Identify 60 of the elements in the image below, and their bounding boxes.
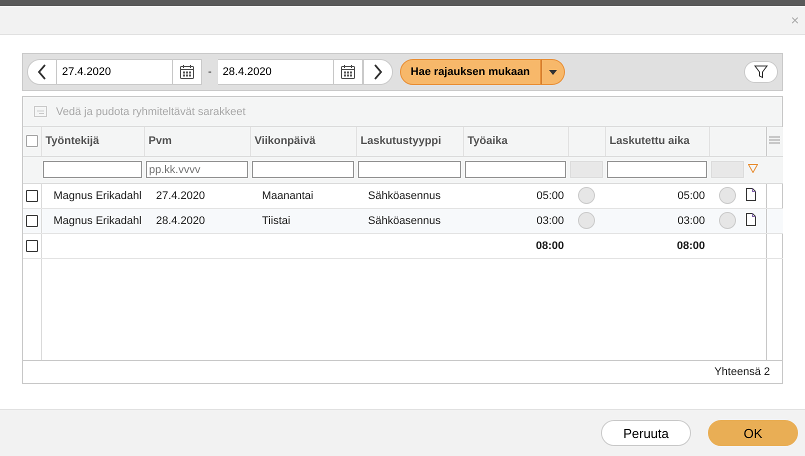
funnel-icon bbox=[754, 65, 768, 79]
table-cell: 05:00 bbox=[677, 190, 705, 202]
table-cell: Sähköasennus bbox=[368, 214, 441, 226]
filter-field bbox=[570, 161, 603, 178]
status-circle-icon bbox=[719, 187, 736, 204]
calendar-icon bbox=[179, 64, 195, 80]
table-cell: Magnus Erikadahl bbox=[54, 214, 142, 226]
table-cell: 03:00 bbox=[536, 214, 564, 226]
select-all-checkbox[interactable] bbox=[26, 135, 38, 148]
table-cell: 05:00 bbox=[536, 190, 564, 202]
table-cell: 28.4.2020 bbox=[156, 214, 205, 226]
filter-field[interactable] bbox=[358, 161, 461, 178]
end-date-field[interactable]: 28.4.2020 bbox=[218, 59, 333, 85]
status-circle-icon bbox=[578, 212, 595, 229]
table-cell: 27.4.2020 bbox=[156, 190, 205, 202]
chevron-right-icon bbox=[372, 64, 383, 80]
status-circle-icon bbox=[719, 212, 736, 229]
filter-field[interactable] bbox=[252, 161, 354, 178]
menu-icon[interactable] bbox=[769, 136, 780, 144]
chevron-left-icon bbox=[37, 64, 47, 80]
document-icon[interactable] bbox=[746, 188, 756, 200]
calendar-button[interactable] bbox=[172, 59, 202, 85]
next-button[interactable] bbox=[362, 59, 393, 85]
column-header[interactable]: Viikonpäivä bbox=[254, 135, 316, 148]
row-checkbox[interactable] bbox=[26, 190, 38, 202]
filter-field[interactable]: pp.kk.vvvv bbox=[146, 161, 248, 178]
filter-field bbox=[711, 161, 744, 178]
table-cell: Tiistai bbox=[262, 214, 290, 226]
start-date-field[interactable]: 27.4.2020 bbox=[57, 59, 172, 85]
column-header[interactable]: Pvm bbox=[148, 135, 172, 148]
table-cell: 03:00 bbox=[677, 214, 705, 226]
document-icon[interactable] bbox=[746, 212, 756, 226]
total-work-time: 08:00 bbox=[536, 240, 564, 252]
column-header[interactable]: Työntekijä bbox=[46, 135, 100, 148]
total-count: Yhteensä 2 bbox=[714, 366, 770, 378]
row-checkbox[interactable] bbox=[26, 240, 38, 252]
group-icon bbox=[34, 106, 47, 117]
previous-button[interactable] bbox=[27, 59, 57, 85]
column-header[interactable]: Työaika bbox=[468, 135, 508, 148]
cancel-button[interactable]: Peruuta bbox=[601, 420, 691, 446]
search-button[interactable]: Hae rajauksen mukaan bbox=[400, 59, 541, 85]
group-hint: Vedä ja pudota ryhmiteltävät sarakkeet bbox=[56, 106, 246, 118]
calendar-icon bbox=[340, 64, 356, 80]
filter-field[interactable] bbox=[465, 161, 566, 178]
row-checkbox[interactable] bbox=[26, 214, 38, 227]
filter-field[interactable] bbox=[607, 161, 707, 178]
column-header[interactable]: Laskutustyyppi bbox=[360, 135, 442, 148]
column-header[interactable]: Laskutettu aika bbox=[610, 135, 690, 148]
status-circle-icon bbox=[578, 187, 595, 204]
table-cell: Magnus Erikadahl bbox=[54, 190, 142, 202]
calendar-button[interactable] bbox=[332, 59, 363, 85]
date-separator: - bbox=[208, 66, 212, 78]
filter-field[interactable] bbox=[43, 161, 142, 178]
ok-button[interactable]: OK bbox=[708, 420, 798, 446]
table-cell: Maanantai bbox=[262, 190, 314, 202]
total-billed-time: 08:00 bbox=[676, 240, 705, 252]
caret-icon bbox=[548, 70, 557, 74]
filter-button[interactable] bbox=[744, 61, 778, 83]
table-cell: Sähköasennus bbox=[368, 190, 441, 202]
dropdown-button[interactable] bbox=[540, 59, 565, 85]
